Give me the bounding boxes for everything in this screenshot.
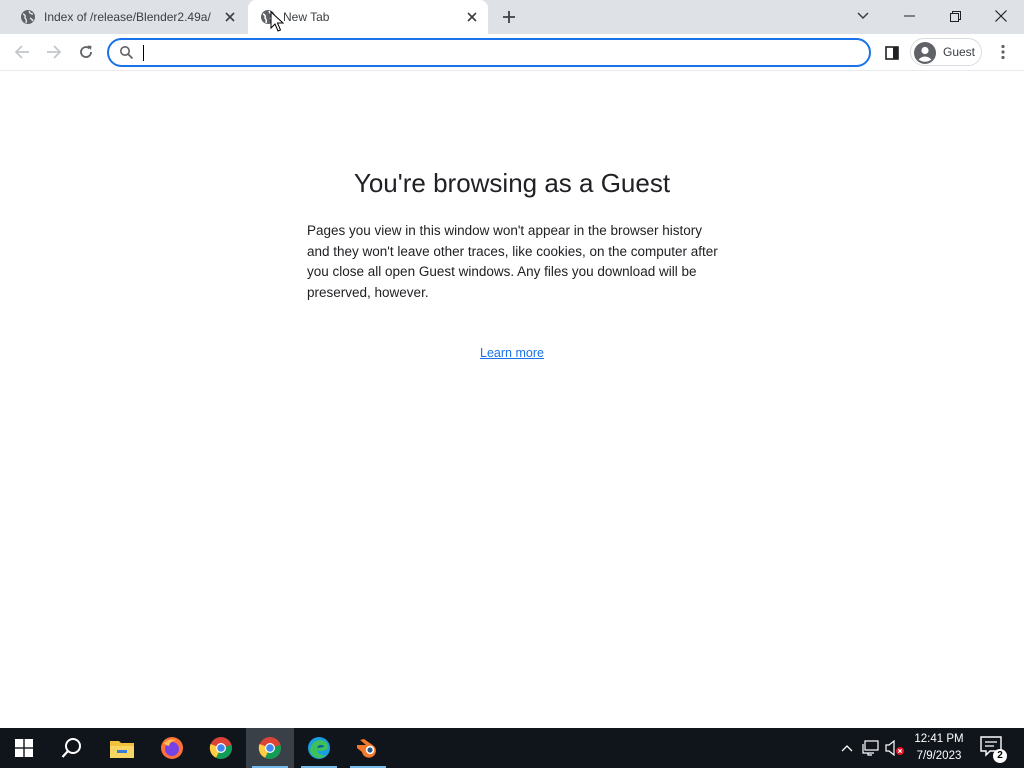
minimize-icon: [903, 15, 915, 17]
volume-muted-icon: [885, 740, 904, 756]
profile-button[interactable]: Guest: [910, 38, 982, 66]
close-icon: [995, 10, 1007, 22]
guest-description: Pages you view in this window won't appe…: [307, 223, 718, 300]
profile-label: Guest: [943, 45, 976, 59]
taskbar-file-explorer[interactable]: [98, 728, 146, 768]
new-tab-button[interactable]: [498, 7, 520, 27]
restore-button[interactable]: [932, 2, 978, 30]
chevron-down-icon: [857, 12, 869, 20]
side-panel-button[interactable]: [882, 43, 902, 63]
blender-icon: [357, 739, 376, 758]
taskbar-firefox[interactable]: [148, 728, 196, 768]
more-menu-button[interactable]: [995, 42, 1011, 62]
globe-icon: [21, 10, 35, 24]
taskbar-chrome[interactable]: [197, 728, 245, 768]
arrow-right-icon: [47, 45, 62, 59]
file-explorer-icon: [110, 741, 134, 758]
browser-toolbar: Guest: [0, 34, 1024, 71]
firefox-icon: [161, 737, 183, 759]
back-button[interactable]: [10, 40, 34, 64]
clock-time: 12:41 PM: [914, 733, 964, 745]
tab-strip: Index of /release/Blender2.49a/ New Tab: [0, 0, 1024, 34]
show-hidden-icons-button[interactable]: [838, 728, 856, 768]
reload-button[interactable]: [74, 40, 98, 64]
learn-more-link[interactable]: Learn more: [480, 346, 544, 360]
tab-blender-index[interactable]: Index of /release/Blender2.49a/: [8, 0, 246, 34]
close-tab-icon[interactable]: [222, 9, 238, 25]
volume-button[interactable]: [884, 728, 906, 768]
plus-icon: [503, 11, 515, 23]
taskbar-edge[interactable]: [295, 728, 343, 768]
search-icon: [120, 46, 134, 60]
windows-start-icon: [15, 739, 33, 757]
close-window-button[interactable]: [978, 2, 1024, 30]
address-bar[interactable]: [107, 38, 871, 67]
network-button[interactable]: [860, 728, 882, 768]
kebab-menu-icon: [1001, 44, 1005, 60]
taskbar-chrome-active[interactable]: [246, 728, 294, 768]
taskbar-search-button[interactable]: [48, 728, 96, 768]
taskbar: 12:41 PM 7/9/2023 2: [0, 728, 1024, 768]
tab-new-tab[interactable]: New Tab: [248, 0, 488, 34]
system-clock[interactable]: 12:41 PM 7/9/2023: [908, 731, 970, 765]
forward-button[interactable]: [42, 40, 66, 64]
notification-center-button[interactable]: 2: [980, 736, 1007, 763]
arrow-left-icon: [14, 45, 29, 59]
page-title: You're browsing as a Guest: [353, 168, 671, 198]
chevron-up-icon: [841, 745, 853, 752]
restore-icon: [949, 10, 961, 22]
avatar-icon: [914, 42, 936, 64]
edge-icon: [308, 737, 330, 759]
tab-title: New Tab: [283, 10, 330, 24]
network-icon: [862, 740, 879, 756]
chrome-icon: [258, 737, 281, 759]
taskbar-blender[interactable]: [344, 728, 392, 768]
text-caret: [143, 45, 144, 61]
close-tab-icon[interactable]: [464, 9, 480, 25]
mouse-cursor-icon: [270, 11, 284, 32]
learn-more-container: Learn more: [0, 346, 1024, 360]
chrome-icon: [209, 737, 232, 759]
tab-search-button[interactable]: [840, 2, 886, 30]
clock-date: 7/9/2023: [916, 750, 962, 762]
reload-icon: [80, 45, 92, 58]
address-input[interactable]: [141, 43, 861, 62]
notification-count-badge: 2: [993, 749, 1007, 763]
minimize-button[interactable]: [886, 2, 932, 30]
search-icon: [61, 738, 81, 758]
tab-title: Index of /release/Blender2.49a/: [44, 10, 211, 24]
side-panel-icon: [885, 46, 899, 60]
start-button[interactable]: [0, 728, 48, 768]
